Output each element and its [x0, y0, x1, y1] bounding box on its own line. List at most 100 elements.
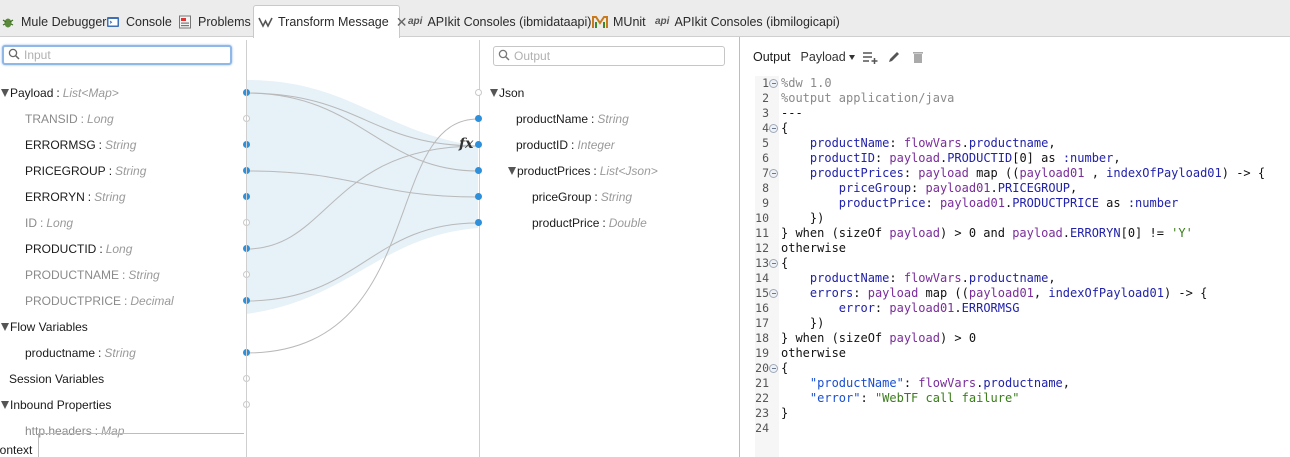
output-tree-item[interactable]: productPrices: List<Json> — [508, 162, 658, 180]
fold-toggle-icon[interactable] — [769, 79, 778, 88]
type-separator: : — [98, 138, 103, 152]
line-number: 18 — [755, 331, 769, 345]
tab-apikit-consoles-ibmilogicapi[interactable]: api APIkit Consoles (ibmilogicapi) — [651, 6, 844, 37]
field-type: String — [105, 138, 137, 152]
input-tree-item[interactable]: PRODUCTID: Long — [25, 240, 132, 258]
line-number: 15 — [755, 286, 769, 300]
input-tree-item[interactable]: Payload: List<Map> — [1, 84, 119, 102]
tab-munit[interactable]: MUnit — [588, 6, 650, 37]
expand-triangle-icon[interactable] — [1, 323, 9, 331]
fold-toggle-icon[interactable] — [769, 124, 778, 133]
tab-label: MUnit — [613, 14, 646, 29]
tab-label: APIkit Consoles (ibmilogicapi) — [674, 14, 840, 29]
line-number: 6 — [762, 151, 769, 165]
input-tree-item[interactable]: Flow Variables — [1, 318, 88, 336]
code-line: 21 "productName": flowVars.productname, — [755, 376, 1290, 391]
fold-toggle-icon[interactable] — [769, 259, 778, 268]
line-number: 22 — [755, 391, 769, 405]
code-line: 4{ — [755, 121, 1290, 136]
field-type: Decimal — [130, 294, 174, 308]
code-line: 24 — [755, 421, 1290, 436]
code-line: 17 }) — [755, 316, 1290, 331]
chevron-down-icon — [848, 54, 855, 60]
tab-transform-message[interactable]: Transform Message ✕ — [253, 5, 407, 38]
line-number: 24 — [755, 421, 769, 435]
delete-icon[interactable] — [909, 48, 927, 66]
fold-toggle-icon[interactable] — [769, 169, 778, 178]
code-text: --- — [781, 106, 803, 120]
expand-triangle-icon[interactable] — [508, 167, 516, 175]
output-selector[interactable]: Payload — [801, 50, 855, 64]
field-name: ERRORMSG — [25, 138, 96, 152]
field-name: priceGroup — [532, 190, 592, 204]
input-search-field[interactable] — [2, 45, 232, 65]
mapping-connector-dot[interactable] — [475, 141, 482, 148]
output-tree-item[interactable]: priceGroup: String — [532, 188, 632, 206]
field-type: Double — [608, 216, 647, 230]
input-tree-item[interactable]: ID: Long — [25, 214, 73, 232]
field-name: productID — [516, 138, 569, 152]
output-tree-item[interactable]: productID: Integer — [516, 136, 615, 154]
field-type: String — [600, 190, 633, 204]
input-tree-item[interactable]: ERRORMSG: String — [25, 136, 136, 154]
line-number: 20 — [755, 361, 769, 375]
dataweave-code-editor[interactable]: 1 %dw 1.0 2 %output application/java 3 --- 4{5… — [755, 76, 1290, 457]
line-number: 12 — [755, 241, 769, 255]
input-tree-item[interactable]: Session Variables — [9, 370, 104, 388]
code-line: 20 { — [755, 361, 1290, 376]
editor-divider[interactable] — [739, 37, 740, 457]
line-number: 5 — [762, 136, 769, 150]
fold-toggle-icon[interactable] — [769, 289, 778, 298]
mapping-connector-dot[interactable] — [475, 219, 482, 226]
unmapped-connector-dot[interactable] — [475, 89, 482, 96]
input-search-input[interactable] — [24, 48, 230, 62]
input-tree-item[interactable]: Inbound Properties — [1, 396, 111, 414]
field-type: Long — [87, 112, 114, 126]
input-tree-item[interactable]: PRICEGROUP: String — [25, 162, 146, 180]
mapping-line — [245, 92, 479, 172]
input-tree-item[interactable]: PRODUCTNAME: String — [25, 266, 160, 284]
code-line: 14 productName: flowVars.productname, — [755, 271, 1290, 286]
input-tree-item[interactable]: TRANSID: Long — [25, 110, 114, 128]
output-search-field[interactable] — [493, 46, 725, 66]
add-output-icon[interactable] — [861, 48, 879, 66]
code-text: %dw 1.0 — [781, 76, 832, 90]
mapping-connector-dot[interactable] — [475, 167, 482, 174]
input-pane-divider — [246, 40, 247, 457]
output-tree-item[interactable]: productName: String — [516, 110, 629, 128]
edit-icon[interactable] — [885, 48, 903, 66]
code-line: 11} when (sizeOf payload) > 0 and payloa… — [755, 226, 1290, 241]
field-name: productPrice — [532, 216, 600, 230]
code-line: 16 error: payload01.ERRORMSG — [755, 301, 1290, 316]
api-icon: api — [655, 16, 670, 27]
tab-label: Console — [126, 14, 172, 29]
output-selector-value: Payload — [800, 50, 846, 64]
context-input[interactable] — [38, 433, 244, 457]
code-line: 15 errors: payload map ((payload01, inde… — [755, 286, 1290, 301]
input-tree-item[interactable]: productname: String — [25, 344, 136, 362]
mapping-connector-dot[interactable] — [475, 193, 482, 200]
code-text: } when (sizeOf payload) > 0 and payload.… — [781, 226, 1193, 240]
output-search-input[interactable] — [514, 49, 724, 63]
type-separator: : — [593, 164, 597, 178]
tab-apikit-consoles-ibmidataapi[interactable]: api APIkit Consoles (ibmidataapi) — [404, 6, 595, 37]
code-line: 19 otherwise — [755, 346, 1290, 361]
line-number: 3 — [762, 106, 769, 120]
code-line: 3 --- — [755, 106, 1290, 121]
function-marker-icon[interactable]: fx — [459, 136, 473, 152]
expand-triangle-icon[interactable] — [1, 401, 9, 409]
mapping-connector-dot[interactable] — [475, 115, 482, 122]
type-separator: : — [98, 346, 102, 360]
tab-mule-debugger[interactable]: Mule Debugger — [0, 6, 110, 37]
input-tree-item[interactable]: PRODUCTPRICE: Decimal — [25, 292, 174, 310]
tab-console[interactable]: Console — [101, 6, 176, 37]
problems-icon — [177, 14, 193, 30]
tab-problems[interactable]: Problems — [173, 6, 255, 37]
output-tree-item[interactable]: productPrice: Double — [532, 214, 647, 232]
output-tree-item[interactable]: Json — [490, 84, 524, 102]
fold-toggle-icon[interactable] — [769, 364, 778, 373]
code-line: 10 }) — [755, 211, 1290, 226]
expand-triangle-icon[interactable] — [1, 89, 9, 97]
input-tree-item[interactable]: ERRORYN: String — [25, 188, 126, 206]
expand-triangle-icon[interactable] — [490, 89, 498, 97]
